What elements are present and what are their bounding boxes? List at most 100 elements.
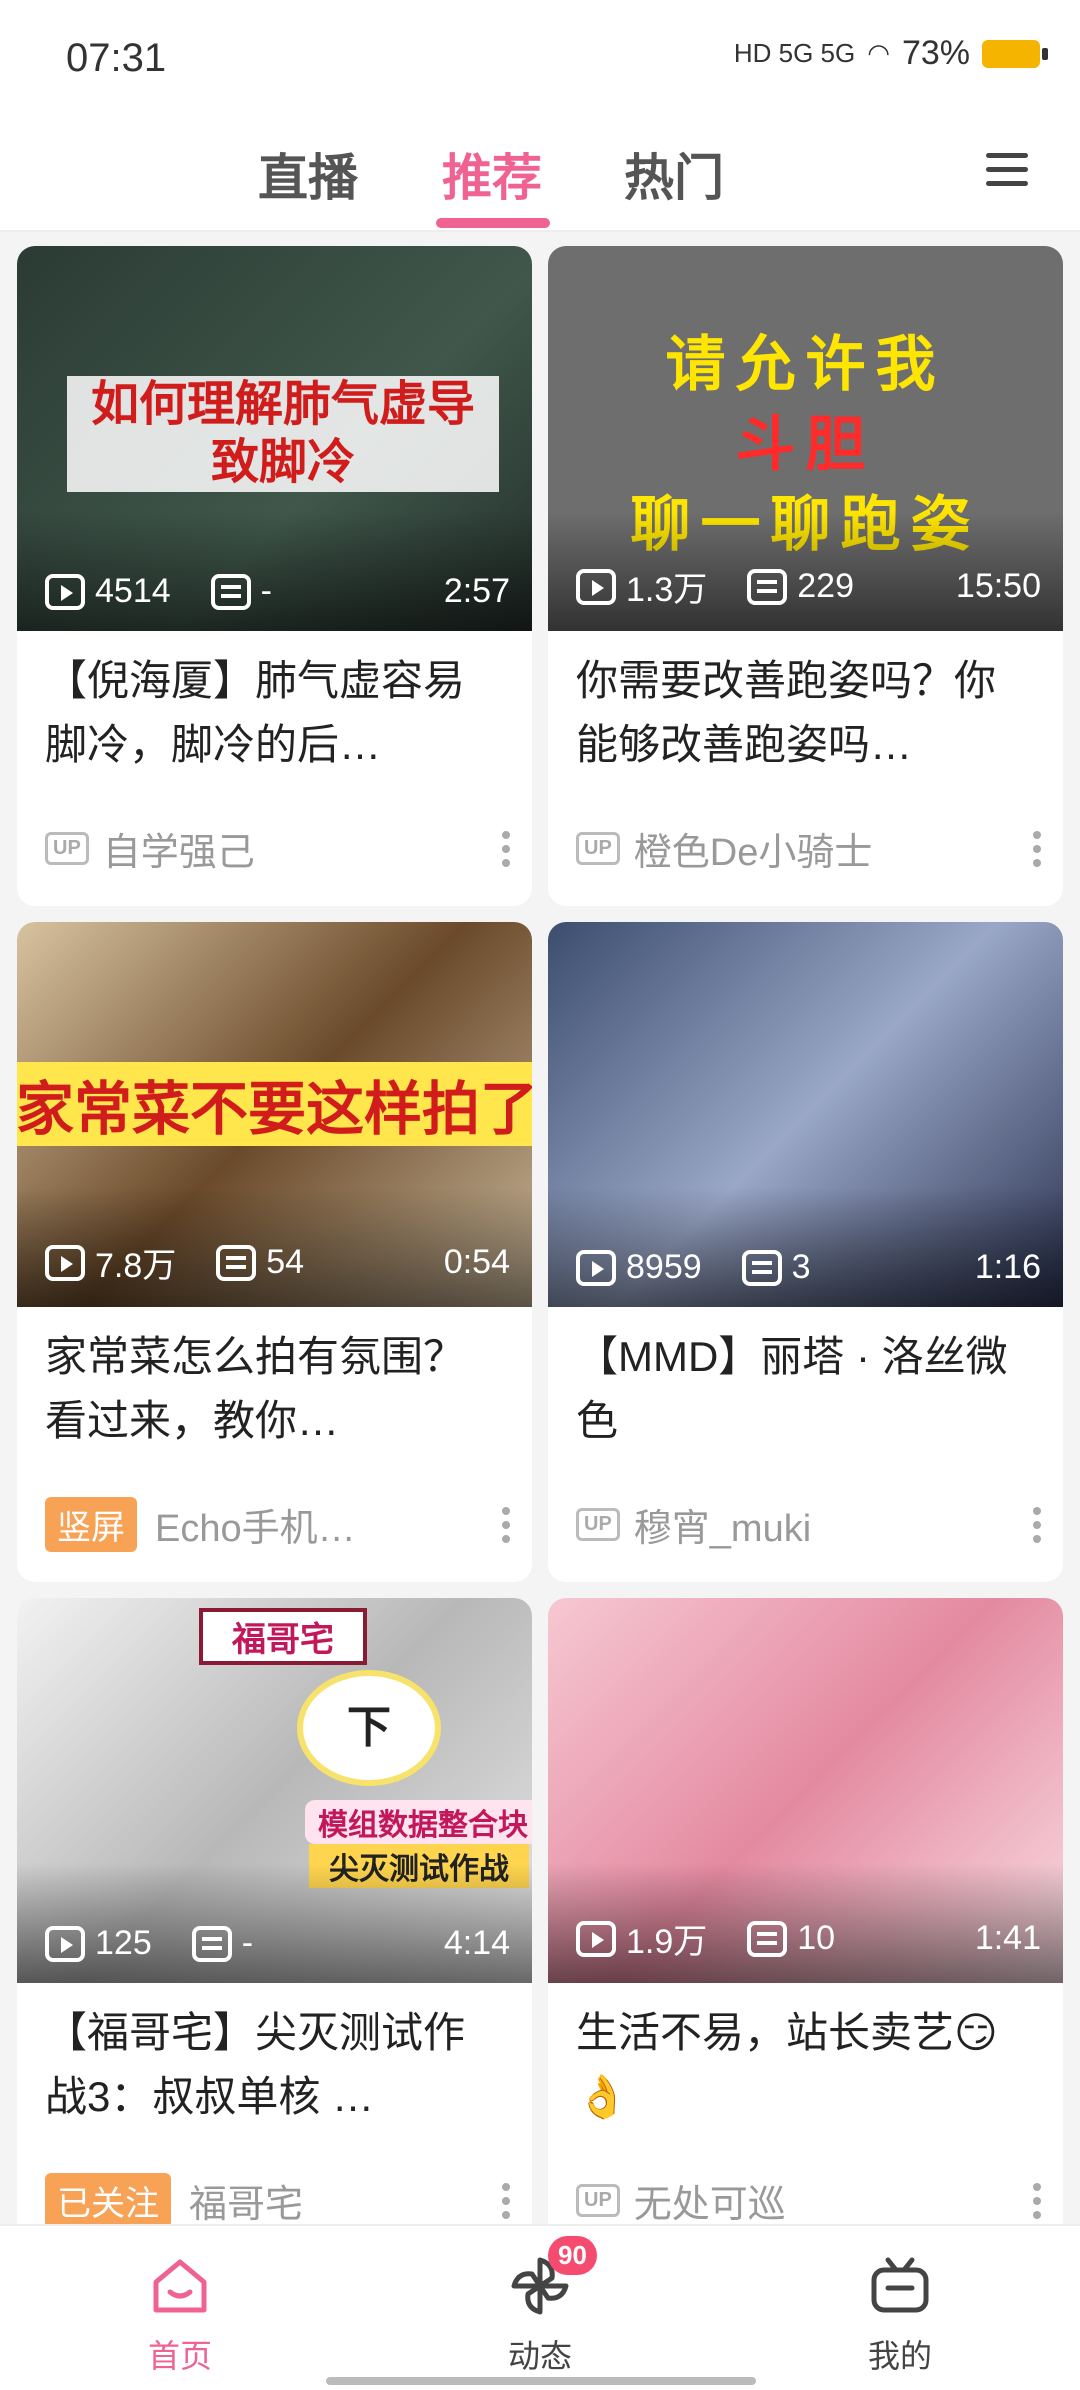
video-stats: 8959 3 1:16 <box>576 1248 1041 1287</box>
up-badge: UP <box>576 2184 620 2217</box>
bottom-nav: 首页 90 动态 我的 <box>0 2224 1080 2390</box>
wifi-icon: ◠ <box>867 38 890 68</box>
thumbnail-caption: 斗胆 <box>735 411 876 478</box>
nav-dynamic[interactable]: 90 动态 <box>460 2236 620 2377</box>
video-duration: 1:16 <box>974 1248 1041 1286</box>
thumbnail-caption: 家常菜不要这样拍了 <box>17 1062 532 1146</box>
danmaku-count: - <box>241 1924 254 1962</box>
battery-icon <box>982 39 1048 68</box>
video-card[interactable]: 8959 3 1:16 【MMD】丽塔 · 洛丝微色 UP 穆宵_muki <box>548 922 1063 1582</box>
danmaku-icon <box>191 1925 232 1962</box>
nav-label: 首页 <box>147 2338 212 2374</box>
danmaku-icon <box>210 573 251 610</box>
author-name[interactable]: Echo手机… <box>155 1497 356 1552</box>
danmaku-count: 3 <box>791 1248 811 1286</box>
status-time: 07:31 <box>66 36 167 80</box>
nav-mine[interactable]: 我的 <box>820 2254 980 2377</box>
more-icon[interactable] <box>502 1506 510 1543</box>
video-stats: 1.9万 10 1:41 <box>576 1914 1041 1963</box>
video-title[interactable]: 生活不易，站长卖艺😏👌 <box>576 2001 1035 2129</box>
thumbnail-caption: 模组数据整合块 <box>305 1800 532 1844</box>
more-icon[interactable] <box>502 2182 510 2219</box>
video-meta: 竖屏 Echo手机… <box>45 1497 510 1552</box>
video-stats: 4514 - 2:57 <box>45 572 510 611</box>
home-indicator[interactable] <box>326 2377 756 2385</box>
video-title[interactable]: 家常菜怎么拍有氛围？看过来，教你… <box>45 1325 504 1453</box>
video-thumbnail[interactable]: 1.9万 10 1:41 <box>548 1598 1063 1983</box>
play-count-icon <box>45 1244 85 1281</box>
video-stats: 7.8万 54 0:54 <box>45 1238 510 1287</box>
tab-hot[interactable]: 热门 <box>624 138 724 210</box>
view-count: 125 <box>95 1924 152 1962</box>
video-card[interactable]: 请允许我 斗胆 聊一聊跑姿 1.3万 229 15:50 你需要改善跑姿吗？你能… <box>548 246 1063 906</box>
up-badge: UP <box>576 1508 620 1541</box>
play-count-icon <box>576 1249 616 1286</box>
danmaku-icon <box>216 1244 257 1281</box>
video-card[interactable]: 家常菜不要这样拍了 7.8万 54 0:54 家常菜怎么拍有氛围？看过来，教你…… <box>17 922 532 1582</box>
video-thumbnail[interactable]: 如何理解肺气虚导致脚冷 4514 - 2:57 <box>17 246 532 631</box>
video-title[interactable]: 你需要改善跑姿吗？你能够改善跑姿吗… <box>576 649 1035 777</box>
author-name[interactable]: 自学强己 <box>103 821 255 876</box>
followed-tag: 已关注 <box>45 2173 171 2228</box>
play-count-icon <box>45 573 85 610</box>
home-icon <box>153 2259 207 2313</box>
video-title[interactable]: 【福哥宅】尖灭测试作战3：叔叔单核 … <box>45 2001 504 2129</box>
signal-icon: HD 5G 5G <box>733 38 856 68</box>
view-count: 1.9万 <box>626 1923 708 1961</box>
view-count: 8959 <box>626 1248 702 1286</box>
vertical-screen-tag: 竖屏 <box>45 1497 137 1552</box>
status-bar: 07:31 HD 5G 5G ◠ 73% <box>0 0 1080 118</box>
video-duration: 0:54 <box>443 1243 510 1281</box>
video-stats: 125 - 4:14 <box>45 1924 510 1963</box>
author-name[interactable]: 福哥宅 <box>189 2173 303 2228</box>
thumbnail-caption: 请允许我 <box>665 331 946 398</box>
author-name[interactable]: 橙色De小骑士 <box>634 821 873 876</box>
tab-indicator <box>436 218 550 228</box>
more-icon[interactable] <box>1033 2182 1041 2219</box>
status-indicators: HD 5G 5G ◠ 73% <box>733 34 1048 73</box>
video-duration: 15:50 <box>955 567 1041 605</box>
battery-percent: 73% <box>901 34 970 72</box>
thumbnail-caption: 下 <box>297 1670 441 1786</box>
nav-home[interactable]: 首页 <box>100 2254 260 2377</box>
video-title[interactable]: 【倪海厦】肺气虚容易脚冷，脚冷的后… <box>45 649 504 777</box>
tab-recommend[interactable]: 推荐 <box>442 138 542 210</box>
danmaku-count: - <box>260 572 272 610</box>
more-icon[interactable] <box>502 830 510 867</box>
video-thumbnail[interactable]: 8959 3 1:16 <box>548 922 1063 1307</box>
tv-icon <box>871 2257 929 2313</box>
view-count: 1.3万 <box>626 571 708 609</box>
view-count: 7.8万 <box>95 1247 177 1285</box>
play-count-icon <box>45 1925 85 1962</box>
video-title[interactable]: 【MMD】丽塔 · 洛丝微色 <box>576 1325 1035 1453</box>
video-card[interactable]: 如何理解肺气虚导致脚冷 4514 - 2:57 【倪海厦】肺气虚容易脚冷，脚冷的… <box>17 246 532 906</box>
danmaku-icon <box>741 1249 782 1286</box>
play-count-icon <box>576 1920 616 1957</box>
video-meta: 已关注 福哥宅 <box>45 2173 510 2228</box>
nav-label: 动态 <box>507 2338 572 2374</box>
nav-label: 我的 <box>867 2338 932 2374</box>
more-icon[interactable] <box>1033 1506 1041 1543</box>
video-duration: 1:41 <box>974 1919 1041 1957</box>
video-duration: 2:57 <box>443 572 510 610</box>
danmaku-count: 10 <box>797 1919 836 1957</box>
video-feed: 如何理解肺气虚导致脚冷 4514 - 2:57 【倪海厦】肺气虚容易脚冷，脚冷的… <box>17 246 1063 2258</box>
author-name[interactable]: 无处可巡 <box>634 2173 786 2228</box>
more-icon[interactable] <box>1033 830 1041 867</box>
up-badge: UP <box>45 832 89 865</box>
video-thumbnail[interactable]: 请允许我 斗胆 聊一聊跑姿 1.3万 229 15:50 <box>548 246 1063 631</box>
danmaku-count: 54 <box>266 1243 305 1281</box>
view-count: 4514 <box>95 572 171 610</box>
thumbnail-caption: 福哥宅 <box>199 1608 367 1665</box>
danmaku-icon <box>747 568 788 605</box>
video-thumbnail[interactable]: 福哥宅 下 模组数据整合块 尖灭测试作战 125 - 4:14 <box>17 1598 532 1983</box>
menu-icon[interactable] <box>986 144 1028 188</box>
video-card[interactable]: 福哥宅 下 模组数据整合块 尖灭测试作战 125 - 4:14 【福哥宅】尖灭测… <box>17 1598 532 2258</box>
author-name[interactable]: 穆宵_muki <box>634 1497 811 1552</box>
video-thumbnail[interactable]: 家常菜不要这样拍了 7.8万 54 0:54 <box>17 922 532 1307</box>
tab-live[interactable]: 直播 <box>258 138 358 210</box>
up-badge: UP <box>576 832 620 865</box>
video-meta: UP 穆宵_muki <box>576 1497 1041 1552</box>
video-stats: 1.3万 229 15:50 <box>576 562 1041 611</box>
video-card[interactable]: 1.9万 10 1:41 生活不易，站长卖艺😏👌 UP 无处可巡 <box>548 1598 1063 2258</box>
